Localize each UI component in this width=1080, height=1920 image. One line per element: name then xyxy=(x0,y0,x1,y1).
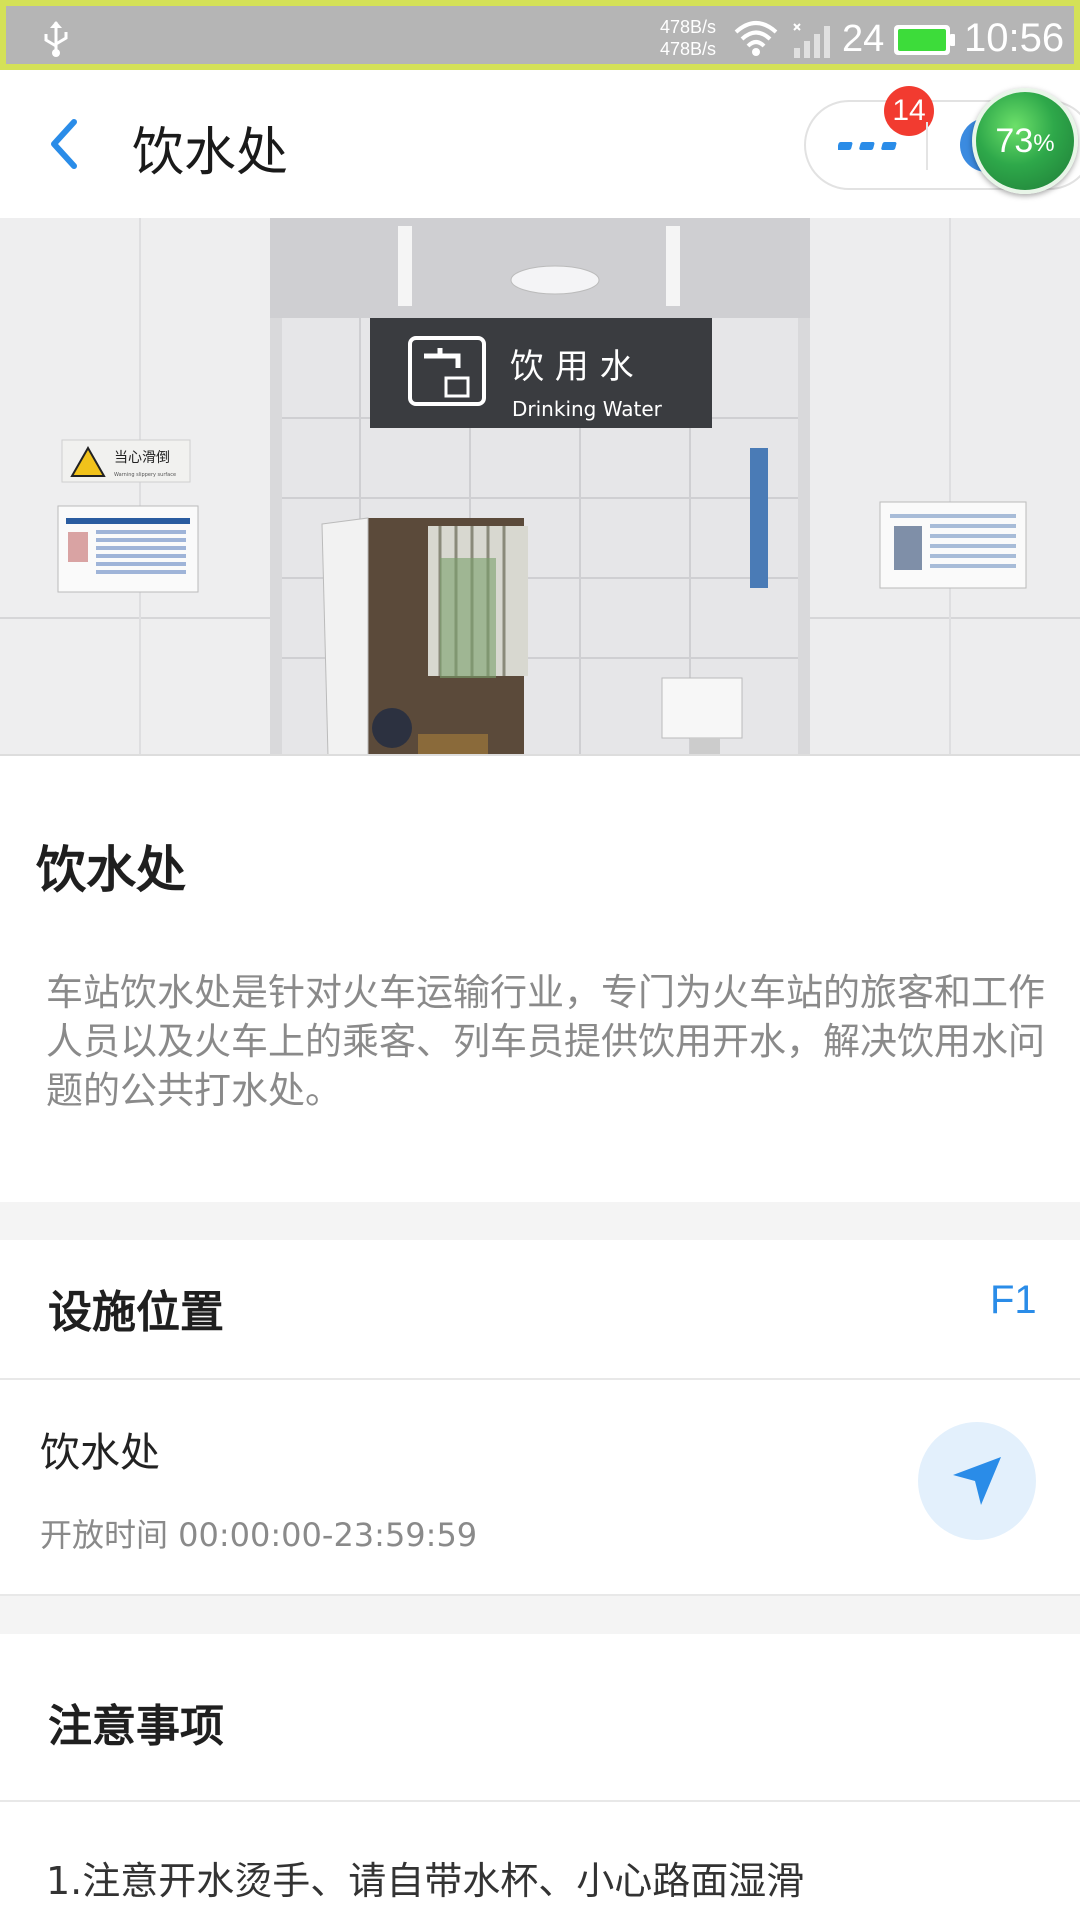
navigation-arrow-icon xyxy=(953,1457,1001,1505)
divider xyxy=(0,1800,1080,1802)
navigate-button[interactable] xyxy=(918,1422,1036,1540)
notice-section-title: 注意事项 xyxy=(48,1701,224,1752)
facility-photo-illustration: 饮 用 水 Drinking Water 当心滑倒 Warning slippe… xyxy=(0,218,1080,754)
capsule-divider xyxy=(926,122,928,170)
location-section-title: 设施位置 xyxy=(48,1287,224,1338)
location-name: 饮水处 xyxy=(40,1430,160,1476)
facility-title: 饮水处 xyxy=(36,841,186,899)
net-speed-down: 478B/s xyxy=(659,39,716,59)
facility-photo: 饮 用 水 Drinking Water 当心滑倒 Warning slippe… xyxy=(0,218,1080,756)
signal-icon xyxy=(793,23,830,58)
battery-icon xyxy=(894,25,955,55)
section-gap xyxy=(0,1202,1080,1240)
sign-english-text: Drinking Water xyxy=(512,397,663,421)
facility-description: 车站饮水处是针对火车运输行业，专门为火车站的旅客和工作人员以及火车上的乘客、列车… xyxy=(46,971,1045,1112)
usb-icon xyxy=(44,21,68,57)
sign-chinese-text: 饮 用 水 xyxy=(510,347,634,387)
percent-value: 73 xyxy=(995,121,1034,160)
floor-label: F1 xyxy=(990,1278,1037,1322)
warning-sign-text: 当心滑倒 xyxy=(114,449,170,466)
memory-percent-ball[interactable]: 73% xyxy=(972,88,1078,194)
clock: 10:56 xyxy=(964,16,1065,60)
percent-sign: % xyxy=(1033,130,1055,157)
back-arrow-icon[interactable] xyxy=(44,114,84,174)
page-title: 饮水处 xyxy=(132,123,289,183)
wifi-icon xyxy=(734,21,778,56)
signal-number: 24 xyxy=(842,18,885,60)
section-gap xyxy=(0,1596,1080,1634)
net-speed-up: 478B/s xyxy=(659,17,716,37)
more-icon[interactable] xyxy=(838,138,900,154)
opening-hours: 开放时间 00:00:00-23:59:59 xyxy=(40,1516,478,1554)
divider xyxy=(0,1378,1080,1380)
warning-sign-english-text: Warning slippery surface xyxy=(114,472,176,478)
network-speed: 478B/s 478B/s xyxy=(646,16,716,60)
status-bar: 478B/s 478B/s 24 10:56 xyxy=(0,0,1080,70)
notice-text: 1.注意开水烫手、请自带水杯、小心路面湿滑 xyxy=(46,1859,805,1903)
